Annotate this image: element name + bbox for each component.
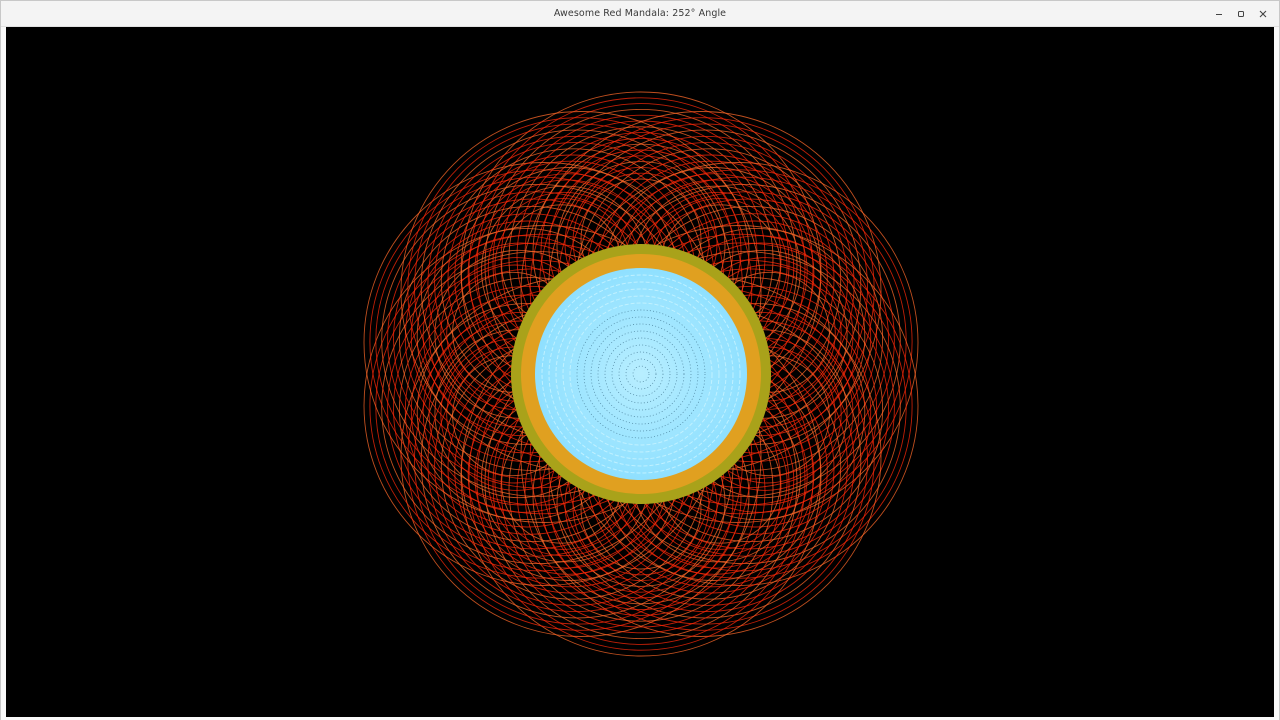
maximize-icon: [1237, 10, 1244, 17]
drawing-canvas[interactable]: [6, 27, 1274, 717]
minimize-button[interactable]: [1210, 5, 1227, 22]
app-window: Awesome Red Mandala: 252° Angle: [0, 0, 1280, 720]
close-button[interactable]: [1254, 5, 1271, 22]
window-title: Awesome Red Mandala: 252° Angle: [553, 8, 727, 19]
close-icon: [1259, 10, 1266, 17]
light-blue-disc: [535, 268, 747, 480]
minimize-icon: [1215, 13, 1222, 15]
mandala-center: [511, 244, 771, 504]
window-controls: [1210, 5, 1271, 22]
title-bar[interactable]: Awesome Red Mandala: 252° Angle: [1, 1, 1279, 27]
maximize-button[interactable]: [1232, 5, 1249, 22]
mandala-drawing: [363, 91, 919, 657]
